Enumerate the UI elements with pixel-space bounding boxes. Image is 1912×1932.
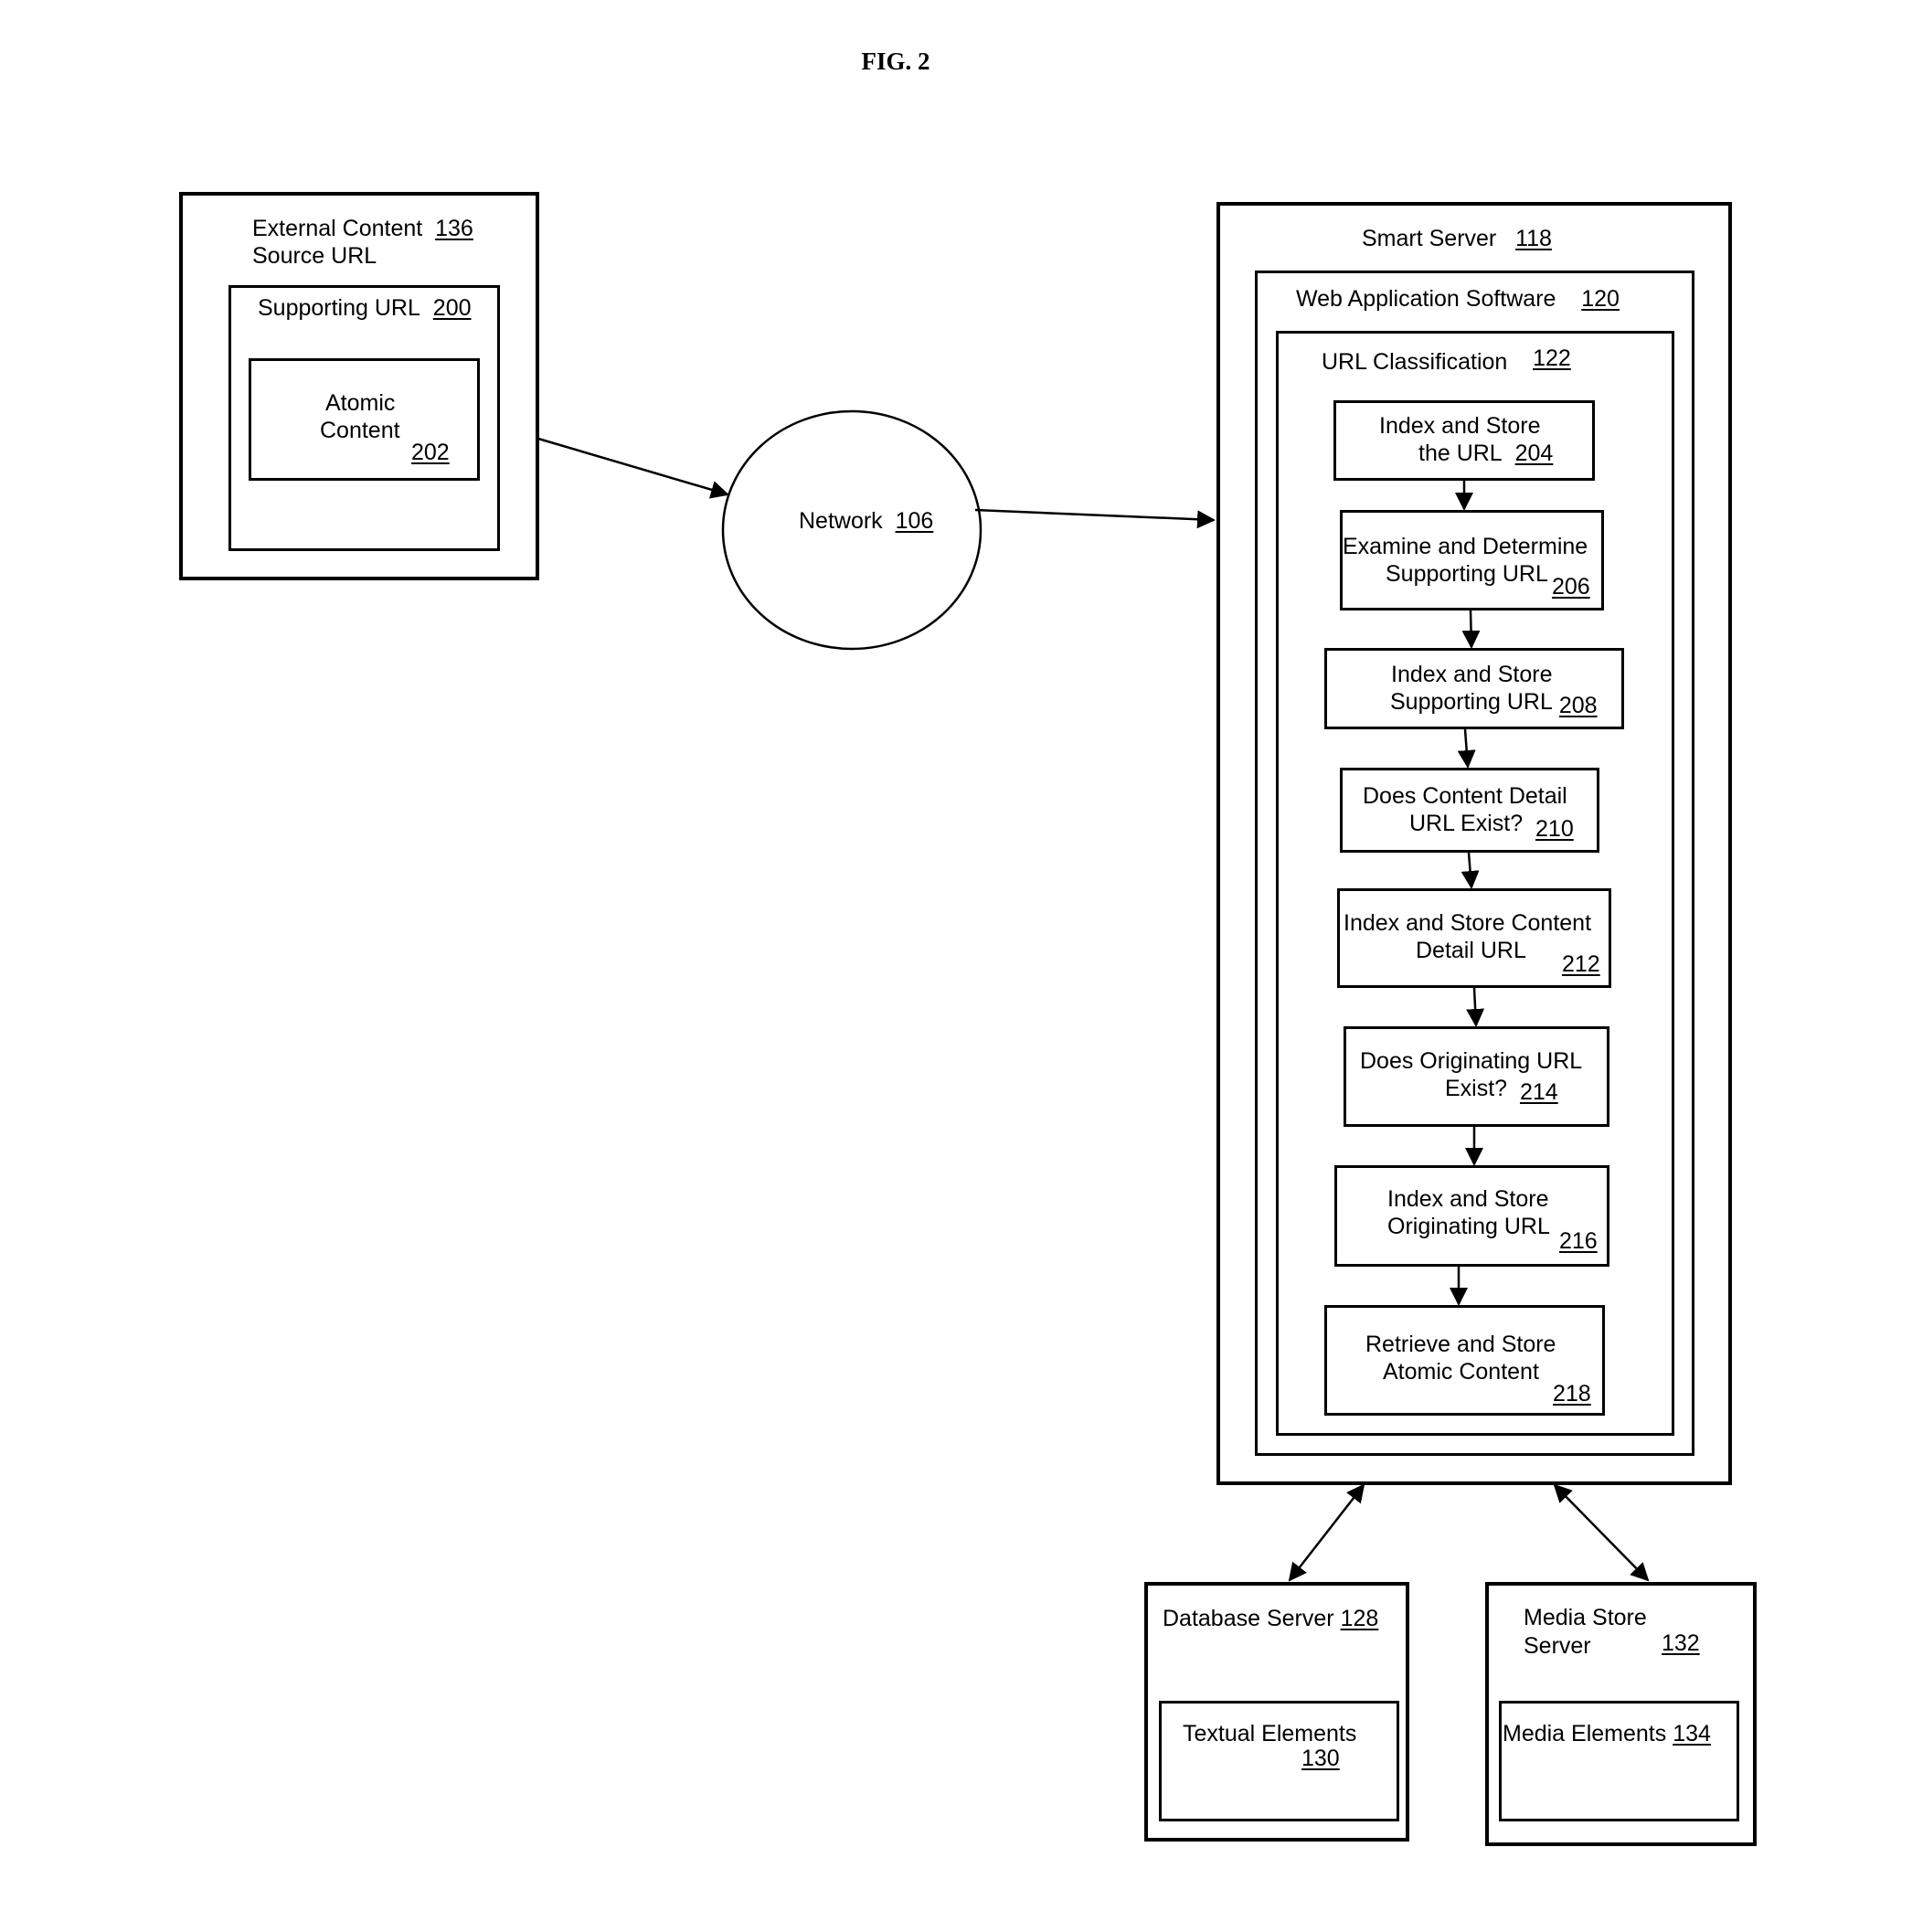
smart-server-ref: 118 — [1515, 226, 1552, 251]
media-store-server-ref: 132 — [1662, 1630, 1700, 1656]
media-elements-ref: 134 — [1673, 1721, 1711, 1746]
step-label-line1: Index and Store Content — [1344, 910, 1592, 936]
step-label-line1: Retrieve and Store — [1365, 1332, 1556, 1357]
media-elements-label-text: Media Elements — [1503, 1721, 1667, 1746]
url-classification-label: URL Classification 122 — [1322, 345, 1571, 377]
arrow-network-to-smart-server — [974, 508, 1216, 529]
media-elements-label: Media Elements 134 — [1503, 1720, 1711, 1748]
step-label-line2-text: URL Exist? — [1409, 811, 1524, 836]
step-label-line2: Exist? 214 — [1445, 1075, 1558, 1105]
media-store-server-label-line1: Media Store — [1524, 1605, 1647, 1630]
step-ref: 208 — [1558, 693, 1598, 718]
external-content-label-text: External Content — [252, 216, 423, 241]
smart-server-label-text: Smart Server — [1362, 226, 1497, 251]
step-label-line1: Examine and Determine — [1343, 534, 1588, 559]
textual-elements-box — [1159, 1701, 1399, 1821]
arrow-smart-server-media-store-server — [1553, 1483, 1650, 1582]
media-store-server-label-line2: Server — [1524, 1633, 1591, 1659]
step-ref: 210 — [1535, 816, 1574, 842]
figure-title: FIG. 2 — [861, 48, 930, 75]
network-ref: 106 — [895, 508, 934, 534]
external-content-label-line2: Source URL — [252, 243, 377, 269]
step-label-line1: Index and Store — [1391, 662, 1553, 687]
step-ref: 206 — [1552, 574, 1590, 600]
supporting-url-ref: 200 — [432, 295, 472, 321]
arrow-external-to-network — [537, 437, 729, 499]
step-label-line1: Does Content Detail — [1363, 783, 1567, 809]
step-label-line2-text: the URL — [1418, 441, 1503, 466]
step-ref: 212 — [1562, 951, 1600, 977]
step-label-line2: Supporting URL 208 — [1390, 688, 1598, 718]
database-server-ref: 128 — [1340, 1606, 1379, 1631]
web-application-software-label: Web Application Software 120 — [1296, 285, 1620, 313]
supporting-url-label-text: Supporting URL — [258, 295, 420, 321]
network-label-text: Network — [799, 508, 883, 534]
web-application-software-label-text: Web Application Software — [1296, 286, 1556, 312]
url-classification-box — [1276, 331, 1674, 1436]
url-classification-ref: 122 — [1533, 345, 1571, 371]
step-label-line1: Index and Store — [1379, 413, 1541, 439]
external-content-label-line1: External Content 136 — [252, 215, 473, 243]
database-server-label-text: Database Server — [1163, 1606, 1334, 1631]
step-index-store-content-detail-url: Index and Store Content Detail URL 212 — [1337, 888, 1611, 988]
step-label-line2: Originating URL — [1387, 1214, 1550, 1239]
atomic-content-label-line2: Content — [320, 418, 400, 443]
step-retrieve-store-atomic-content: Retrieve and Store Atomic Content 218 — [1324, 1305, 1605, 1416]
external-content-ref: 136 — [435, 216, 473, 241]
step-label-line2: Supporting URL — [1386, 561, 1548, 587]
textual-elements-ref: 130 — [1301, 1746, 1340, 1771]
step-index-store-supporting-url: Index and Store Supporting URL 208 — [1324, 648, 1624, 729]
step-index-store-url: Index and Store the URL 204 — [1333, 400, 1595, 481]
arrow-smart-server-database-server — [1288, 1483, 1365, 1582]
supporting-url-label: Supporting URL 200 — [258, 294, 472, 323]
step-ref: 218 — [1553, 1381, 1591, 1407]
step-ref: 204 — [1514, 441, 1554, 466]
atomic-content-label-line1: Atomic — [325, 390, 396, 416]
step-content-detail-url-exists: Does Content Detail URL Exist? 210 — [1340, 768, 1599, 853]
step-label-line1: Does Originating URL — [1360, 1048, 1583, 1074]
step-examine-determine-supporting-url: Examine and Determine Supporting URL 206 — [1340, 510, 1604, 610]
step-label-line2: Detail URL — [1416, 938, 1526, 963]
step-ref: 216 — [1559, 1228, 1598, 1254]
smart-server-label: Smart Server 118 — [1362, 225, 1552, 253]
step-ref: 214 — [1520, 1079, 1558, 1105]
network-label: Network 106 — [799, 507, 933, 536]
step-label-line2-text: Supporting URL — [1390, 689, 1553, 715]
step-label-line2: Atomic Content — [1383, 1359, 1539, 1385]
step-label-line2-text: Exist? — [1445, 1076, 1508, 1101]
media-elements-box — [1499, 1701, 1739, 1821]
step-label-line2: the URL 204 — [1418, 440, 1553, 468]
step-originating-url-exists: Does Originating URL Exist? 214 — [1344, 1026, 1609, 1127]
web-application-software-ref: 120 — [1581, 286, 1620, 312]
step-label-line2: URL Exist? 210 — [1409, 810, 1574, 842]
step-label-line1: Index and Store — [1387, 1186, 1549, 1212]
url-classification-label-text: URL Classification — [1322, 349, 1508, 375]
database-server-label: Database Server 128 — [1163, 1605, 1378, 1633]
step-index-store-originating-url: Index and Store Originating URL 216 — [1334, 1165, 1609, 1267]
atomic-content-ref: 202 — [411, 440, 450, 465]
